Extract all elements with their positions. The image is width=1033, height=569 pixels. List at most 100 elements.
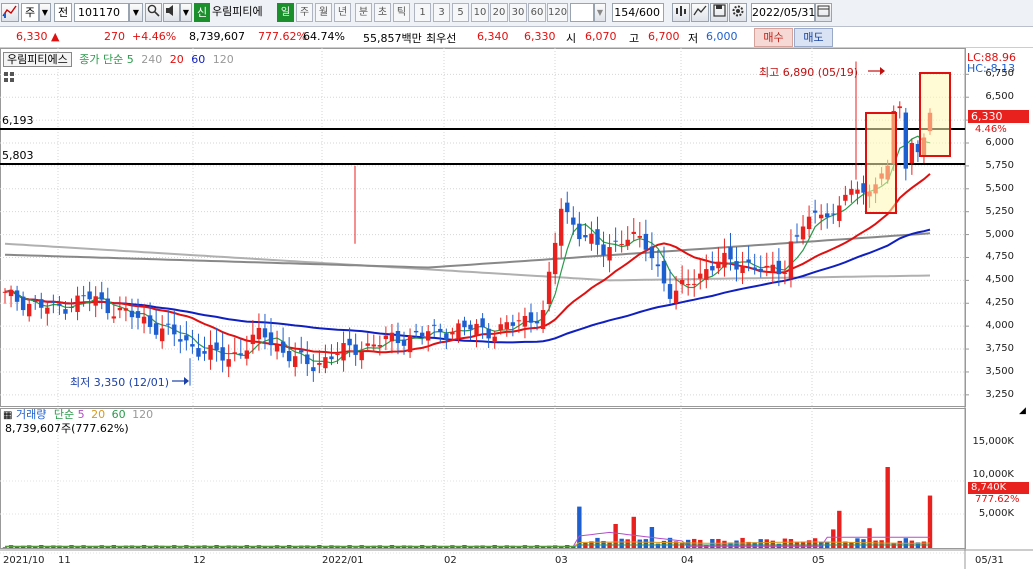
period-minute[interactable]: 분	[355, 3, 372, 22]
candle-body	[244, 350, 250, 359]
candle-body	[806, 216, 812, 230]
volume-bar	[855, 538, 860, 548]
candle-body	[716, 261, 721, 269]
interval-3[interactable]: 3	[433, 3, 450, 22]
interval-input[interactable]	[570, 3, 594, 22]
candle-body	[601, 244, 606, 256]
sell-button[interactable]: 매도	[794, 28, 833, 47]
volume-panel-frame	[0, 408, 966, 549]
volume-bar	[734, 540, 739, 548]
candle-body	[75, 295, 80, 312]
low-label: 저	[688, 32, 699, 45]
period-month[interactable]: 월	[315, 3, 332, 22]
code-dropdown-icon[interactable]: ▼	[129, 3, 143, 22]
price-volume-chart[interactable]	[0, 48, 1033, 569]
gear-icon[interactable]	[729, 3, 747, 22]
max-annotation: 최고 6,890 (05/19)	[759, 66, 859, 79]
speaker-icon[interactable]	[163, 3, 180, 22]
volume-bar	[2, 547, 8, 548]
price-change: 270	[104, 30, 125, 43]
candle-body	[577, 223, 582, 240]
volume-bar	[806, 540, 812, 548]
period-tick[interactable]: 틱	[393, 3, 410, 22]
candle-body	[39, 299, 44, 308]
candle-body	[159, 328, 165, 342]
candle-body	[232, 352, 237, 354]
chart-type-icon[interactable]	[1, 3, 19, 22]
period-week[interactable]: 주	[296, 3, 313, 22]
buy-button[interactable]: 매수	[754, 28, 793, 47]
panel-resize-icon[interactable]: ◢	[1019, 406, 1026, 416]
search-icon[interactable]	[145, 3, 162, 22]
candle-body	[607, 247, 612, 261]
chevron-down-icon[interactable]: ▼	[39, 3, 51, 22]
candle-body	[371, 344, 376, 347]
candle-body	[141, 316, 147, 324]
candle-body	[335, 354, 340, 356]
candle-body	[93, 296, 98, 306]
price-tick-label: 4,500	[985, 274, 1014, 286]
bar-count-input[interactable]: 154/600	[612, 3, 664, 22]
candle-body	[105, 298, 110, 314]
candle-body	[649, 246, 655, 259]
interval-30[interactable]: 30	[509, 3, 527, 22]
calendar-icon[interactable]	[815, 3, 832, 22]
candle-body	[540, 310, 546, 330]
candle-body	[341, 343, 346, 361]
stock-code-input[interactable]: 101170	[74, 3, 129, 22]
interval-dropdown-icon[interactable]: ▼	[594, 3, 606, 22]
candle-body	[903, 112, 909, 169]
period-year[interactable]: 년	[334, 3, 351, 22]
volume-pct-tag: 777.62%	[975, 494, 1020, 505]
stock-name-box[interactable]: 우림피티에스	[3, 52, 72, 67]
interval-5[interactable]: 5	[452, 3, 469, 22]
interval-20[interactable]: 20	[490, 3, 508, 22]
hline-label-1: 6,193	[2, 114, 34, 127]
vol-tick-15000: 15,000K	[972, 436, 1014, 447]
candle-body	[685, 284, 691, 286]
volume-bar	[909, 540, 915, 548]
speaker-dropdown-icon[interactable]: ▼	[180, 3, 192, 22]
x-label-04: 04	[681, 555, 694, 566]
market-select[interactable]: 전	[54, 3, 72, 22]
candle-body	[849, 188, 854, 195]
new-badge: 신	[194, 3, 210, 22]
grid-menu-icon[interactable]	[4, 72, 14, 82]
interval-10[interactable]: 10	[471, 3, 489, 22]
candle-body	[631, 231, 636, 234]
candle-body	[637, 235, 643, 238]
x-label-2022-01: 2022/01	[322, 555, 364, 566]
candle-body	[673, 290, 679, 304]
candle-body	[286, 350, 292, 362]
volume-bar	[873, 540, 878, 548]
zoom-icon[interactable]	[672, 3, 690, 22]
highlight-box-1	[865, 112, 897, 214]
x-label-11: 11	[58, 555, 71, 566]
candle-body	[837, 205, 842, 221]
type-select[interactable]: 주	[21, 3, 39, 22]
candle-body	[571, 217, 576, 225]
quote-bar: 6,330 ▲ 270 +4.46% 8,739,607 777.62% 64.…	[0, 27, 1033, 48]
candle-body	[722, 252, 727, 268]
candle-body	[208, 344, 213, 360]
candle-body	[202, 351, 207, 354]
candle-body	[788, 241, 794, 279]
interval-120[interactable]: 120	[547, 3, 568, 22]
period-day[interactable]: 일	[277, 3, 294, 22]
best-quote-label: 최우선	[426, 32, 457, 45]
volume-ratio: 777.62%	[258, 30, 307, 43]
vol-tick-5000: 5,000K	[978, 508, 1014, 519]
interval-1[interactable]: 1	[414, 3, 431, 22]
candle-body	[595, 229, 600, 245]
volume-bar	[861, 539, 866, 548]
interval-60[interactable]: 60	[528, 3, 546, 22]
candle-body	[2, 291, 8, 293]
date-input[interactable]: 2022/05/31	[751, 3, 815, 22]
candle-body	[480, 318, 485, 328]
save-icon[interactable]	[710, 3, 728, 22]
chart-toolbar: 주 ▼ 전 101170 ▼ ▼ 신 우림피티에 일 주 월 년 분 초 틱 1…	[0, 0, 1033, 27]
period-second[interactable]: 초	[374, 3, 391, 22]
indicator-icon[interactable]	[691, 3, 709, 22]
candle-body	[679, 280, 685, 285]
candle-body	[782, 272, 788, 274]
